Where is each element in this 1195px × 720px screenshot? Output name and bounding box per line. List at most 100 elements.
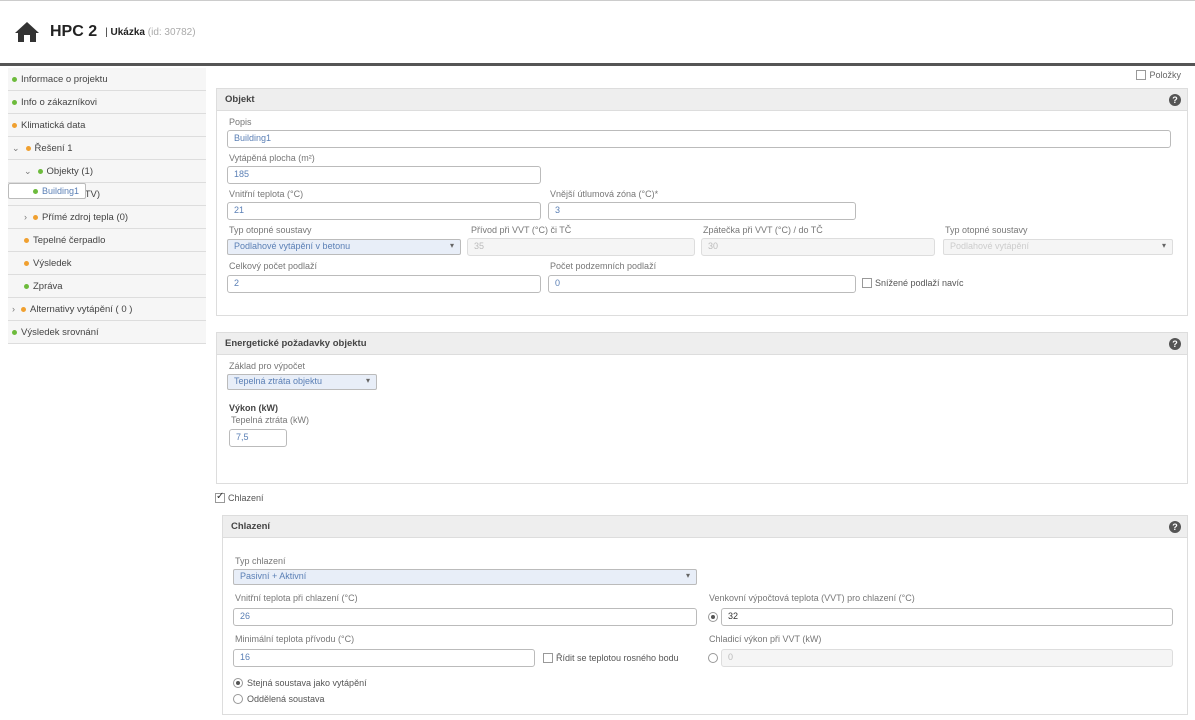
objekt-panel-header: Objekt ?	[217, 89, 1187, 111]
sidebar-item[interactable]: › Přímé zdroj tepla (0)	[8, 206, 206, 229]
chevron-down-icon: ▾	[1161, 241, 1166, 250]
snizene-podlazi-toggle[interactable]: Snížené podlaží navíc	[862, 278, 964, 288]
sidebar-item-label: Info o zákazníkovi	[21, 96, 98, 108]
zaklad-select[interactable]: Tepelná ztráta objektu ▾	[227, 374, 377, 390]
sidebar-item-label: Alternativy vytápění ( 0 )	[30, 303, 133, 315]
chlazeni-toggle[interactable]: Chlazení	[215, 491, 264, 503]
vnitrni-chlazeni-input[interactable]: 26	[233, 608, 697, 626]
polozky-toggle[interactable]: Položky	[1136, 70, 1181, 80]
podzemni-label: Počet podzemních podlaží	[550, 261, 657, 271]
vnejsi-zona-input[interactable]: 3	[548, 202, 856, 220]
project-info: | Ukázka (id: 30782)	[105, 27, 195, 38]
minimalni-label: Minimální teplota přívodu (°C)	[235, 634, 355, 644]
zpatecka-label: Zpátečka při VVT (°C) / do TČ	[703, 225, 823, 235]
plocha-label: Vytápěná plocha (m²)	[229, 153, 315, 163]
typ-soustavy-2-label: Typ otopné soustavy	[945, 225, 1028, 235]
venkovni-label: Venkovní výpočtová teplota (VVT) pro chl…	[709, 593, 915, 603]
sidebar-item[interactable]: Výsledek	[8, 252, 206, 275]
chladici-radio[interactable]	[708, 653, 718, 663]
status-dot-icon	[33, 214, 38, 220]
status-dot-icon	[12, 99, 17, 105]
venkovni-radio[interactable]	[708, 612, 718, 622]
sidebar-item[interactable]: Info o zákazníkovi	[8, 91, 206, 114]
typ-chlazeni-label: Typ chlazení	[235, 556, 286, 566]
chlazeni-toggle-label: Chlazení	[228, 493, 264, 503]
soustava-stejna-option[interactable]: Stejná soustava jako vytápění	[233, 678, 367, 688]
vnitrni-chlazeni-label: Vnitřní teplota při chlazení (°C)	[235, 593, 358, 603]
zpatecka-input[interactable]: 30	[701, 238, 935, 256]
sidebar-item[interactable]: Zpráva	[8, 275, 206, 298]
ridit-rosny-bod-toggle[interactable]: Řídit se teplotou rosného bodu	[543, 653, 679, 663]
sidebar-chevron-icon[interactable]: ›	[12, 304, 15, 314]
sidebar-item-label: Výsledek	[33, 257, 72, 269]
podzemni-input[interactable]: 0	[548, 275, 856, 293]
sidebar-item[interactable]: Tepelné čerpadlo	[8, 229, 206, 252]
energ-panel-header: Energetické požadavky objektu ?	[217, 333, 1187, 355]
sidebar-item-label: Zpráva	[33, 280, 63, 292]
typ-chlazeni-select[interactable]: Pasivní + Aktivní ▾	[233, 569, 697, 585]
ztrata-label: Tepelná ztráta (kW)	[231, 415, 310, 425]
polozky-label: Položky	[1149, 70, 1181, 80]
chladici-label: Chladicí výkon při VVT (kW)	[709, 634, 822, 644]
sidebar-item-label: Informace o projektu	[21, 73, 108, 85]
popis-input[interactable]: Building1	[227, 130, 1171, 148]
snizene-podlazi-checkbox[interactable]	[862, 278, 872, 288]
sidebar: Informace o projektu Info o zákazníkovi Kl…	[8, 68, 206, 344]
objekt-panel: Objekt ? Popis Building1 Vytápěná plocha…	[216, 88, 1188, 316]
sidebar-chevron-icon[interactable]: ⌄	[12, 143, 20, 154]
sidebar-item-label: Tepelné čerpadlo	[33, 234, 106, 246]
sidebar-item[interactable]: ⌄ Řešení 1	[8, 137, 206, 160]
status-dot-icon	[37, 168, 43, 174]
help-icon[interactable]: ?	[1169, 337, 1181, 350]
privod-input[interactable]: 35	[467, 238, 695, 256]
sidebar-item[interactable]: ⌄ Objekty (1)	[8, 160, 206, 183]
sidebar-item-label: Přímé zdroj tepla (0)	[42, 211, 129, 223]
sidebar-item-label: Výsledek srovnání	[21, 326, 99, 338]
typ-soustavy-select[interactable]: Podlahové vytápění v betonu ▾	[227, 239, 461, 255]
sidebar-item[interactable]: Klimatická data	[8, 114, 206, 137]
energ-panel: Energetické požadavky objektu ? Základ p…	[216, 332, 1188, 484]
soustava-oddelena-radio[interactable]	[233, 694, 243, 704]
status-dot-icon	[24, 283, 29, 289]
sidebar-chevron-icon[interactable]: ›	[24, 212, 27, 222]
ridit-rosny-bod-checkbox[interactable]	[543, 653, 553, 663]
soustava-stejna-label: Stejná soustava jako vytápění	[247, 678, 367, 688]
podlazi-input[interactable]: 2	[227, 275, 541, 293]
venkovni-input[interactable]: 32	[721, 608, 1173, 626]
ztrata-input[interactable]: 7,5	[229, 429, 287, 447]
status-dot-icon	[12, 329, 17, 335]
polozky-checkbox[interactable]	[1136, 70, 1147, 80]
typ-soustavy-label: Typ otopné soustavy	[229, 225, 312, 235]
chlazeni-panel: Chlazení ? Typ chlazení Pasivní + Aktivn…	[222, 515, 1188, 715]
app-title: HPC 2	[50, 23, 98, 40]
header: HPC 2 | Ukázka (id: 30782)	[0, 0, 1195, 66]
plocha-input[interactable]: 185	[227, 166, 541, 184]
typ-soustavy-value: Podlahové vytápění v betonu	[234, 241, 351, 251]
vnitrni-teplota-input[interactable]: 21	[227, 202, 541, 220]
sidebar-item[interactable]: Informace o projektu	[8, 68, 206, 91]
soustava-stejna-radio[interactable]	[233, 678, 243, 688]
sidebar-chevron-icon[interactable]: ⌄	[24, 166, 32, 177]
chevron-down-icon: ▾	[449, 241, 454, 250]
objekt-title: Objekt	[225, 94, 255, 105]
status-dot-icon	[12, 76, 17, 82]
chevron-down-icon: ▾	[685, 571, 690, 580]
typ-soustavy-2-select[interactable]: Podlahové vytápění ▾	[943, 239, 1173, 255]
sidebar-item[interactable]: Výsledek srovnání	[8, 321, 206, 344]
help-icon[interactable]: ?	[1169, 520, 1181, 533]
vnitrni-teplota-label: Vnitřní teplota (°C)	[229, 189, 304, 199]
status-dot-icon	[33, 188, 38, 194]
ridit-rosny-bod-label: Řídit se teplotou rosného bodu	[556, 653, 679, 663]
project-id: (id: 30782)	[147, 26, 196, 38]
home-icon[interactable]	[14, 21, 40, 43]
sidebar-item[interactable]: Building1	[8, 183, 87, 199]
chladici-input[interactable]: 0	[721, 649, 1173, 667]
status-dot-icon	[21, 306, 26, 312]
typ-soustavy-2-value: Podlahové vytápění	[950, 241, 1030, 251]
chlazeni-panel-header: Chlazení ?	[223, 516, 1187, 538]
help-icon[interactable]: ?	[1169, 93, 1181, 106]
sidebar-item[interactable]: › Alternativy vytápění ( 0 )	[8, 298, 206, 321]
soustava-oddelena-option[interactable]: Oddělená soustava	[233, 694, 325, 704]
chlazeni-checkbox[interactable]	[215, 491, 225, 503]
minimalni-input[interactable]: 16	[233, 649, 535, 667]
